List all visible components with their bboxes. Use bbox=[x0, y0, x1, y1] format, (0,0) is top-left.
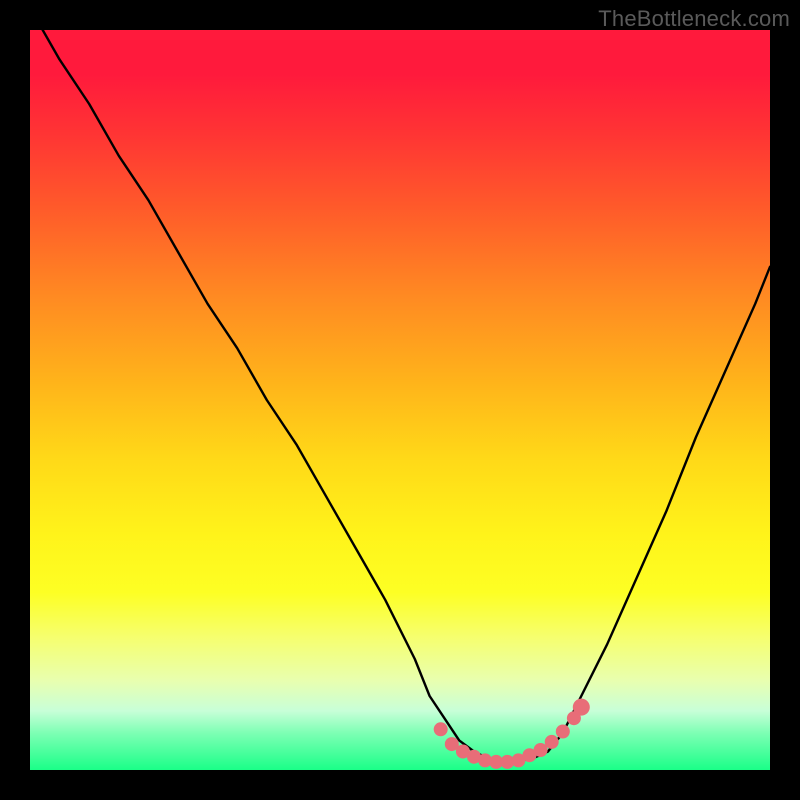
watermark-text: TheBottleneck.com bbox=[598, 6, 790, 32]
highlight-markers bbox=[30, 30, 770, 770]
plot-area bbox=[30, 30, 770, 770]
chart-frame: TheBottleneck.com bbox=[0, 0, 800, 800]
